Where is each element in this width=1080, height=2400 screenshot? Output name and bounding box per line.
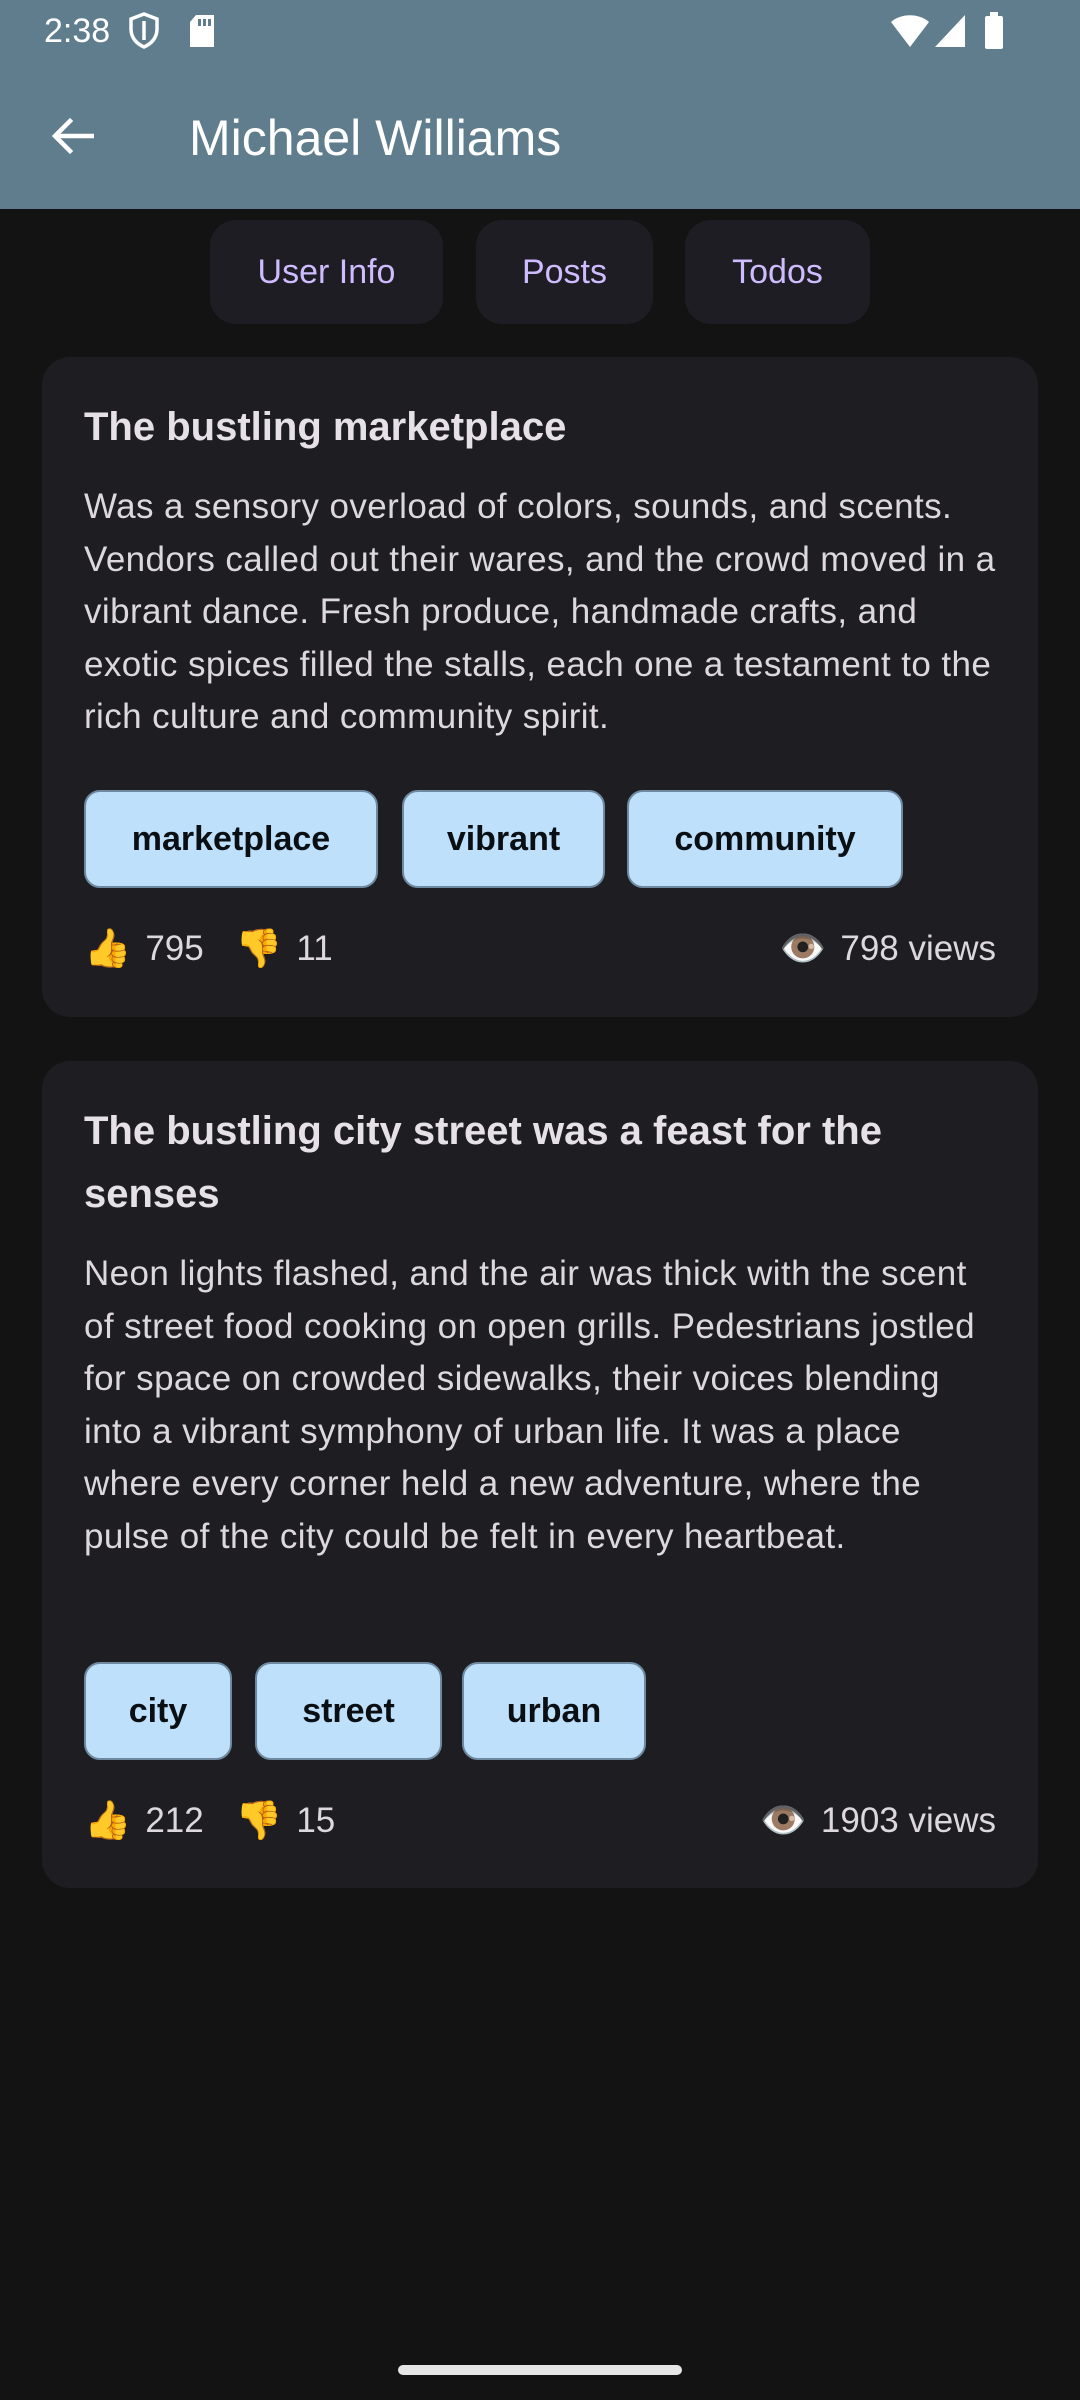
eye-icon: 👁️ <box>759 1800 807 1842</box>
wifi-icon <box>890 14 930 53</box>
dislikes-count: 👎 15 <box>235 1799 335 1843</box>
cell-signal-icon <box>934 14 966 53</box>
section-tabs: User Info Posts Todos <box>0 220 1080 326</box>
views-count: 👁️ 798 views <box>779 927 996 971</box>
post-title: The bustling city street was a feast for… <box>84 1109 882 1216</box>
tag-chip[interactable]: community <box>627 790 903 888</box>
status-bar: 2:38 <box>0 0 1080 62</box>
post-body: Was a sensory overload of colors, sounds… <box>84 487 996 737</box>
back-button[interactable] <box>36 104 108 172</box>
likes-value: 795 <box>145 929 204 968</box>
tag-chip[interactable]: city <box>84 1662 232 1760</box>
thumbs-up-icon: 👍 <box>84 928 132 970</box>
dislikes-value: 11 <box>296 929 333 968</box>
post-body: Neon lights flashed, and the air was thi… <box>84 1254 975 1556</box>
post-card: The bustling marketplace Was a sensory o… <box>42 357 1038 1017</box>
tab-posts[interactable]: Posts <box>476 220 653 324</box>
eye-icon: 👁️ <box>779 928 827 970</box>
post-title: The bustling marketplace <box>84 405 567 449</box>
likes-value: 212 <box>145 1801 204 1840</box>
views-count: 👁️ 1903 views <box>760 1799 996 1843</box>
dislikes-value: 15 <box>296 1801 336 1840</box>
top-app-bar: 2:38 Michael Williams <box>0 0 1080 209</box>
thumbs-down-icon: 👎 <box>235 928 283 970</box>
views-value: 1903 views <box>820 1801 996 1840</box>
app-screen: 2:38 Michael Williams User Info Posts To… <box>0 0 1080 2400</box>
tag-chip[interactable]: urban <box>462 1662 646 1760</box>
arrow-left-icon <box>50 116 95 161</box>
post-card: The bustling city street was a feast for… <box>42 1061 1038 1888</box>
sd-card-icon <box>188 14 216 53</box>
tag-chip[interactable]: marketplace <box>84 790 378 888</box>
thumbs-down-icon: 👎 <box>235 1800 283 1842</box>
likes-count: 👍 795 <box>84 927 204 971</box>
tag-chip[interactable]: vibrant <box>402 790 605 888</box>
home-indicator[interactable] <box>398 2365 682 2375</box>
tab-user-info[interactable]: User Info <box>210 220 443 324</box>
tag-chip[interactable]: street <box>255 1662 442 1760</box>
dislikes-count: 👎 11 <box>235 927 333 971</box>
page-title: Michael Williams <box>189 110 562 166</box>
status-time: 2:38 <box>44 12 111 50</box>
thumbs-up-icon: 👍 <box>84 1800 132 1842</box>
views-value: 798 views <box>840 929 996 968</box>
battery-icon <box>984 12 1004 55</box>
likes-count: 👍 212 <box>84 1799 204 1843</box>
shield-icon <box>128 12 160 55</box>
tab-todos[interactable]: Todos <box>685 220 870 324</box>
